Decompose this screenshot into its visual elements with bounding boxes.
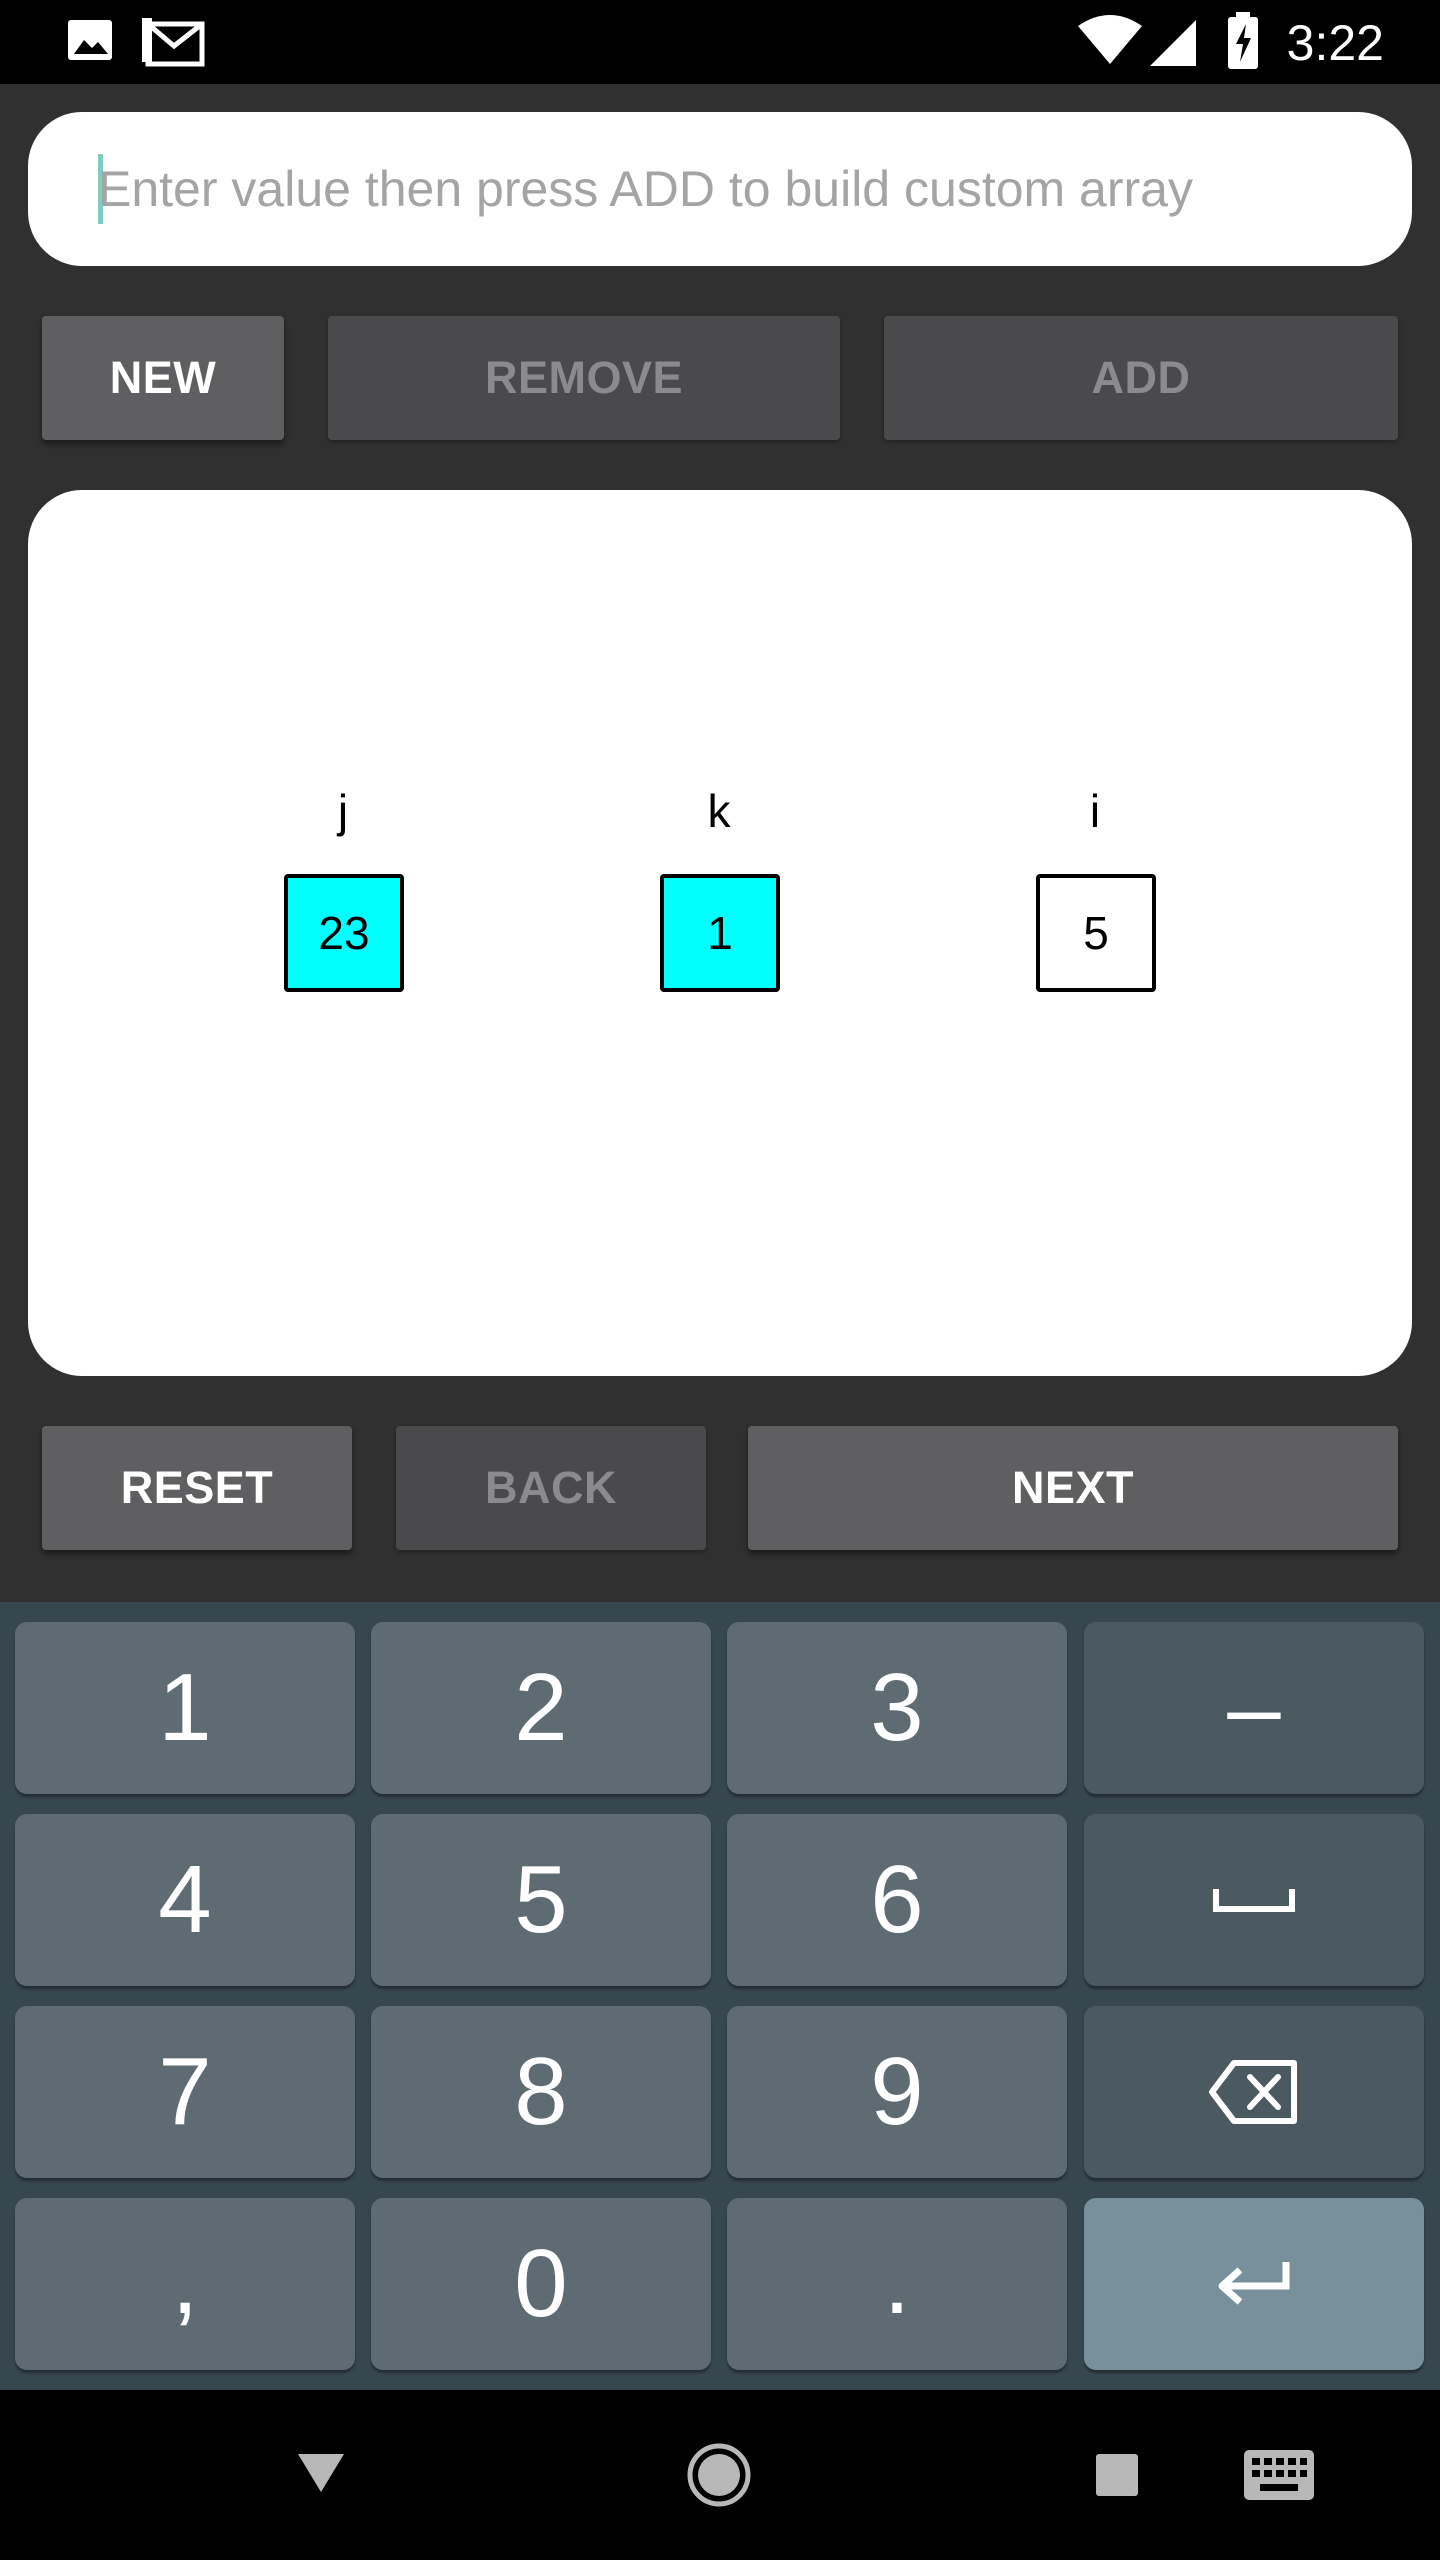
numeric-keyboard: 1 2 3 – 4 5 6 7 8 9 , 0 . (0, 1602, 1440, 2390)
array-view: j 23 k 1 i 5 (28, 490, 1412, 1376)
status-bar: 3:22 (0, 0, 1440, 84)
value-input-container[interactable] (28, 112, 1412, 266)
space-icon (1213, 1889, 1295, 1912)
key-1[interactable]: 1 (15, 1622, 355, 1794)
pointer-label-j: j (337, 785, 349, 837)
key-5[interactable]: 5 (371, 1814, 711, 1986)
gmail-icon (142, 16, 206, 73)
battery-charging-icon (1226, 12, 1260, 75)
key-4[interactable]: 4 (15, 1814, 355, 1986)
status-time: 3:22 (1286, 15, 1384, 71)
key-9[interactable]: 9 (727, 2006, 1067, 2178)
cell-signal-icon (1150, 18, 1200, 73)
add-button[interactable]: ADD (884, 316, 1398, 440)
key-8[interactable]: 8 (371, 2006, 711, 2178)
value-input[interactable] (98, 142, 1378, 236)
next-button[interactable]: NEXT (748, 1426, 1398, 1550)
app-screen: 3:22 NEW REMOVE ADD j 23 k 1 i 5 RESET B… (0, 0, 1440, 2560)
key-period[interactable]: . (727, 2198, 1067, 2370)
navigation-bar (0, 2390, 1440, 2560)
home-icon[interactable] (686, 2442, 752, 2513)
backspace-icon (1209, 2060, 1297, 2124)
key-2[interactable]: 2 (371, 1622, 711, 1794)
pointer-label-i: i (1089, 785, 1101, 837)
array-cell: 5 (1036, 874, 1156, 992)
enter-icon (1218, 2262, 1290, 2305)
new-button[interactable]: NEW (42, 316, 284, 440)
key-3[interactable]: 3 (727, 1622, 1067, 1794)
key-backspace[interactable] (1084, 2006, 1424, 2178)
recents-icon[interactable] (1096, 2454, 1138, 2501)
key-minus[interactable]: – (1084, 1622, 1424, 1794)
key-0[interactable]: 0 (371, 2198, 711, 2370)
key-7[interactable]: 7 (15, 2006, 355, 2178)
keyboard-icon[interactable] (1244, 2450, 1314, 2505)
pointer-label-k: k (707, 785, 731, 837)
key-comma[interactable]: , (15, 2198, 355, 2370)
image-icon (66, 16, 116, 71)
array-cell: 23 (284, 874, 404, 992)
array-cell: 1 (660, 874, 780, 992)
reset-button[interactable]: RESET (42, 1426, 352, 1550)
key-space[interactable] (1084, 1814, 1424, 1986)
key-6[interactable]: 6 (727, 1814, 1067, 1986)
back-icon[interactable] (296, 2452, 346, 2499)
key-enter[interactable] (1084, 2198, 1424, 2370)
back-button[interactable]: BACK (396, 1426, 706, 1550)
remove-button[interactable]: REMOVE (328, 316, 840, 440)
wifi-icon (1078, 14, 1142, 71)
